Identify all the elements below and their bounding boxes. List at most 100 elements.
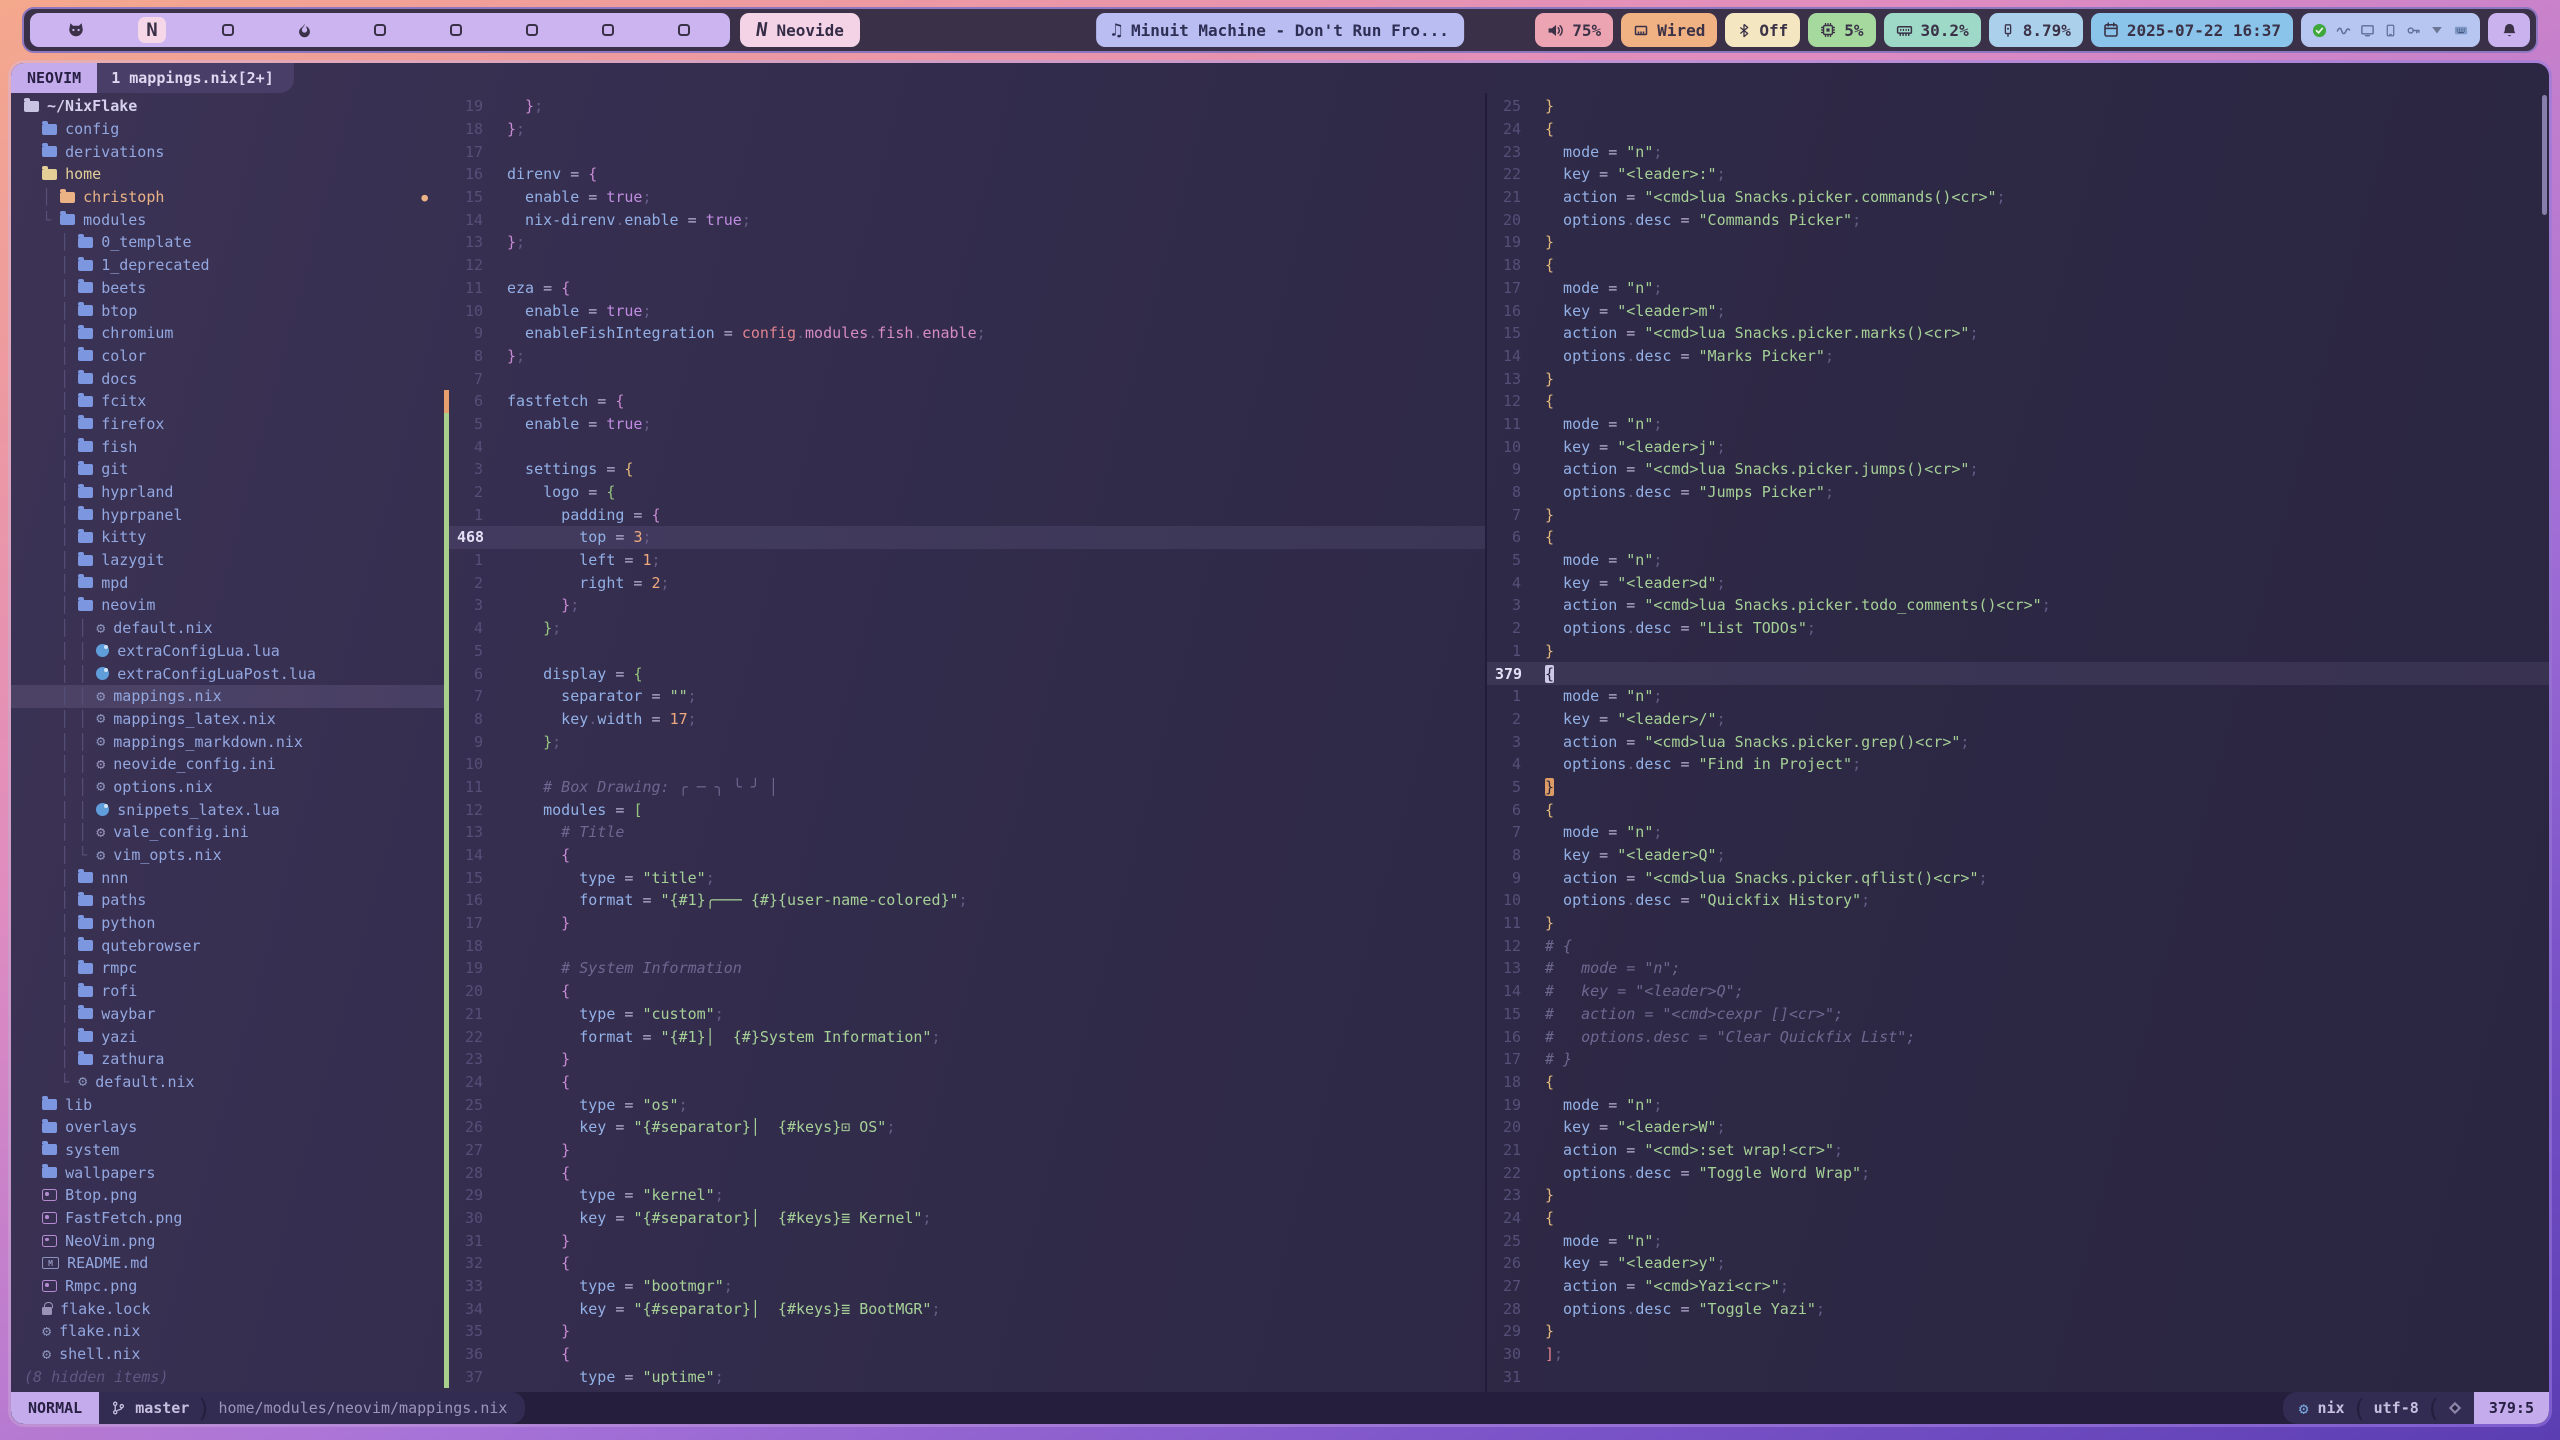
code-line[interactable]: 25} (1487, 95, 2549, 118)
tree-item-paths[interactable]: │ paths (11, 889, 444, 912)
workspace-6-empty[interactable] (418, 22, 494, 38)
tree-item-rofi[interactable]: │ rofi (11, 980, 444, 1003)
tree-item-flake.nix[interactable]: ⚙flake.nix (11, 1320, 444, 1343)
code-line[interactable]: 22 format = "{#1}│ {#}System Information… (444, 1025, 1485, 1048)
code-line[interactable]: 8 key.width = 17; (444, 708, 1485, 731)
code-line[interactable]: 18}; (444, 118, 1485, 141)
code-line[interactable]: 468 top = 3; (444, 526, 1485, 549)
code-line[interactable]: 3 }; (444, 594, 1485, 617)
tree-item-vale_config.ini[interactable]: │ │ ⚙vale_config.ini (11, 821, 444, 844)
code-line[interactable]: 18{ (1487, 254, 2549, 277)
tree-item-default.nix[interactable]: │ │ ⚙default.nix (11, 617, 444, 640)
tree-item-flake.lock[interactable]: flake.lock (11, 1297, 444, 1320)
code-line[interactable]: 2 key = "<leader>/"; (1487, 708, 2549, 731)
tree-item-NeoVim.png[interactable]: NeoVim.png (11, 1229, 444, 1252)
code-line[interactable]: 12 (444, 254, 1485, 277)
tree-item-0_template[interactable]: │ 0_template (11, 231, 444, 254)
code-line[interactable]: 9 action = "<cmd>lua Snacks.picker.jumps… (1487, 458, 2549, 481)
tree-item-FastFetch.png[interactable]: FastFetch.png (11, 1207, 444, 1230)
code-line[interactable]: 1 mode = "n"; (1487, 685, 2549, 708)
workspace-3-empty[interactable] (190, 22, 266, 38)
code-line[interactable]: 20 key = "<leader>W"; (1487, 1116, 2549, 1139)
code-line[interactable]: 31 } (444, 1229, 1485, 1252)
code-line[interactable]: 19 mode = "n"; (1487, 1093, 2549, 1116)
volume-widget[interactable]: 75% (1535, 13, 1613, 47)
code-line[interactable]: 35 } (444, 1320, 1485, 1343)
tree-item-fcitx[interactable]: │ fcitx (11, 390, 444, 413)
code-line[interactable]: 11 # Box Drawing: ╭ ─ ╮ ╰ ╯ │ (444, 776, 1485, 799)
code-line[interactable]: 4 options.desc = "Find in Project"; (1487, 753, 2549, 776)
code-line[interactable]: 9 action = "<cmd>lua Snacks.picker.qflis… (1487, 866, 2549, 889)
code-line[interactable]: 19} (1487, 231, 2549, 254)
code-line[interactable]: 17 mode = "n"; (1487, 277, 2549, 300)
tree-item-neovim[interactable]: │ neovim (11, 594, 444, 617)
code-line[interactable]: 1} (1487, 640, 2549, 663)
code-line[interactable]: 14# key = "<leader>Q"; (1487, 980, 2549, 1003)
code-line[interactable]: 7 mode = "n"; (1487, 821, 2549, 844)
tree-item-waybar[interactable]: │ waybar (11, 1003, 444, 1026)
code-line[interactable]: 3 action = "<cmd>lua Snacks.picker.todo_… (1487, 594, 2549, 617)
tree-item-extraConfigLua.lua[interactable]: │ │ extraConfigLua.lua (11, 640, 444, 663)
code-line[interactable]: 14 options.desc = "Marks Picker"; (1487, 345, 2549, 368)
key-icon[interactable] (2406, 23, 2421, 38)
code-line[interactable]: 8}; (444, 345, 1485, 368)
code-line[interactable]: 15 action = "<cmd>lua Snacks.picker.mark… (1487, 322, 2549, 345)
code-line[interactable]: 17 } (444, 912, 1485, 935)
code-line[interactable]: 12{ (1487, 390, 2549, 413)
code-line[interactable]: 10 key = "<leader>j"; (1487, 435, 2549, 458)
tree-item-snippets_latex.lua[interactable]: │ │ snippets_latex.lua (11, 798, 444, 821)
workspace-2-nvim-n[interactable]: N (114, 17, 190, 43)
code-line[interactable]: 6{ (1487, 798, 2549, 821)
network-widget[interactable]: Wired (1621, 13, 1717, 47)
tree-item-qutebrowser[interactable]: │ qutebrowser (11, 934, 444, 957)
code-line[interactable]: 28 { (444, 1161, 1485, 1184)
cpu-widget[interactable]: 5% (1808, 13, 1875, 47)
tree-item-mpd[interactable]: │ mpd (11, 571, 444, 594)
code-line[interactable]: 7 separator = ""; (444, 685, 1485, 708)
tree-item-config[interactable]: config (11, 118, 444, 141)
code-line[interactable]: 4 }; (444, 617, 1485, 640)
tree-item-docs[interactable]: │ docs (11, 367, 444, 390)
keyboard-icon[interactable] (2453, 23, 2469, 38)
code-line[interactable]: 6 display = { (444, 662, 1485, 685)
code-line[interactable]: 11eza = { (444, 277, 1485, 300)
code-line[interactable]: 9 enableFishIntegration = config.modules… (444, 322, 1485, 345)
code-line[interactable]: 8 options.desc = "Jumps Picker"; (1487, 481, 2549, 504)
tree-item-neovide_config.ini[interactable]: │ │ ⚙neovide_config.ini (11, 753, 444, 776)
code-line[interactable]: 25 mode = "n"; (1487, 1229, 2549, 1252)
tree-item-derivations[interactable]: derivations (11, 140, 444, 163)
code-line[interactable]: 1 padding = { (444, 503, 1485, 526)
tree-item-lib[interactable]: lib (11, 1093, 444, 1116)
code-line[interactable]: 7 (444, 367, 1485, 390)
code-line[interactable]: 12 modules = [ (444, 798, 1485, 821)
phone-icon[interactable] (2384, 23, 2397, 38)
code-line[interactable]: 379{ (1487, 662, 2549, 685)
code-line[interactable]: 5} (1487, 776, 2549, 799)
tree-item-firefox[interactable]: │ firefox (11, 413, 444, 436)
code-line[interactable]: 32 { (444, 1252, 1485, 1275)
tree-item-NixFlake[interactable]: ~/NixFlake (11, 95, 444, 118)
tree-item-kitty[interactable]: │ kitty (11, 526, 444, 549)
code-line[interactable]: 15 enable = true; (444, 186, 1485, 209)
code-line[interactable]: 19 }; (444, 95, 1485, 118)
check-circle-icon[interactable] (2312, 23, 2327, 38)
code-line[interactable]: 33 type = "bootmgr"; (444, 1275, 1485, 1298)
tree-item-zathura[interactable]: │ zathura (11, 1048, 444, 1071)
code-line[interactable]: 24{ (1487, 118, 2549, 141)
music-widget[interactable]: ♫ Minuit Machine - Don't Run Fro... (1096, 13, 1464, 47)
tree-item-home[interactable]: home (11, 163, 444, 186)
tree-item-system[interactable]: system (11, 1139, 444, 1162)
code-line[interactable]: 4 key = "<leader>d"; (1487, 571, 2549, 594)
tree-item-Btop.png[interactable]: Btop.png (11, 1184, 444, 1207)
scrollbar[interactable] (2542, 95, 2547, 215)
code-line[interactable]: 26 key = "<leader>y"; (1487, 1252, 2549, 1275)
system-tray[interactable] (2301, 13, 2480, 47)
workspace-5-empty[interactable] (342, 22, 418, 38)
tree-item-1_deprecated[interactable]: │ 1_deprecated (11, 254, 444, 277)
code-line[interactable]: 3 action = "<cmd>lua Snacks.picker.grep(… (1487, 730, 2549, 753)
code-line[interactable]: 16 format = "{#1}╭─── {#}{user-name-colo… (444, 889, 1485, 912)
code-line[interactable]: 16direnv = { (444, 163, 1485, 186)
code-line[interactable]: 14 { (444, 844, 1485, 867)
code-line[interactable]: 13}; (444, 231, 1485, 254)
code-line[interactable]: 3 settings = { (444, 458, 1485, 481)
